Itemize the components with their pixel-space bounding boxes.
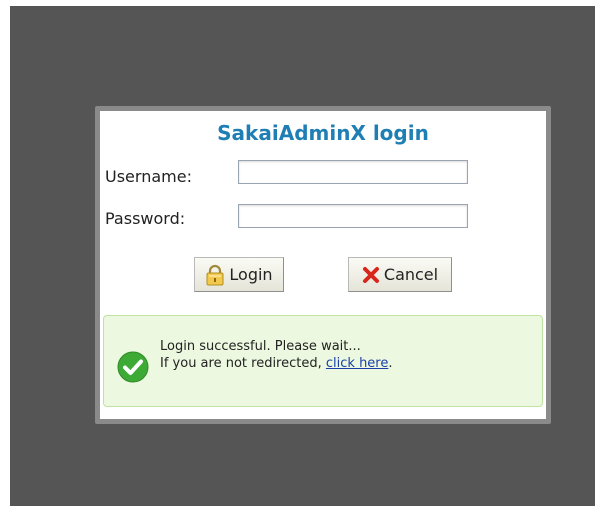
- success-line-2: If you are not redirected, click here.: [160, 355, 393, 372]
- success-message: Login successful. Please wait... If you …: [103, 315, 543, 407]
- login-button[interactable]: Login: [194, 257, 284, 292]
- cancel-button-label: Cancel: [383, 265, 439, 284]
- password-label: Password:: [105, 209, 186, 228]
- login-dialog-frame: SakaiAdminX login Username: Password: Lo…: [95, 106, 551, 424]
- username-label: Username:: [105, 167, 192, 186]
- check-circle-icon: [116, 350, 150, 388]
- modal-overlay: SakaiAdminX login Username: Password: Lo…: [10, 6, 595, 506]
- cancel-button[interactable]: Cancel: [348, 257, 452, 292]
- success-line-1: Login successful. Please wait...: [160, 339, 361, 354]
- success-line-2-suffix: .: [388, 356, 393, 371]
- click-here-link[interactable]: click here: [326, 356, 388, 371]
- login-dialog: SakaiAdminX login Username: Password: Lo…: [100, 111, 546, 419]
- lock-icon: [205, 264, 225, 286]
- username-input[interactable]: [238, 160, 468, 184]
- password-input[interactable]: [238, 204, 468, 228]
- dialog-title: SakaiAdminX login: [217, 121, 429, 145]
- success-line-2-prefix: If you are not redirected,: [160, 356, 326, 371]
- x-icon: [362, 266, 380, 284]
- login-button-label: Login: [229, 265, 273, 284]
